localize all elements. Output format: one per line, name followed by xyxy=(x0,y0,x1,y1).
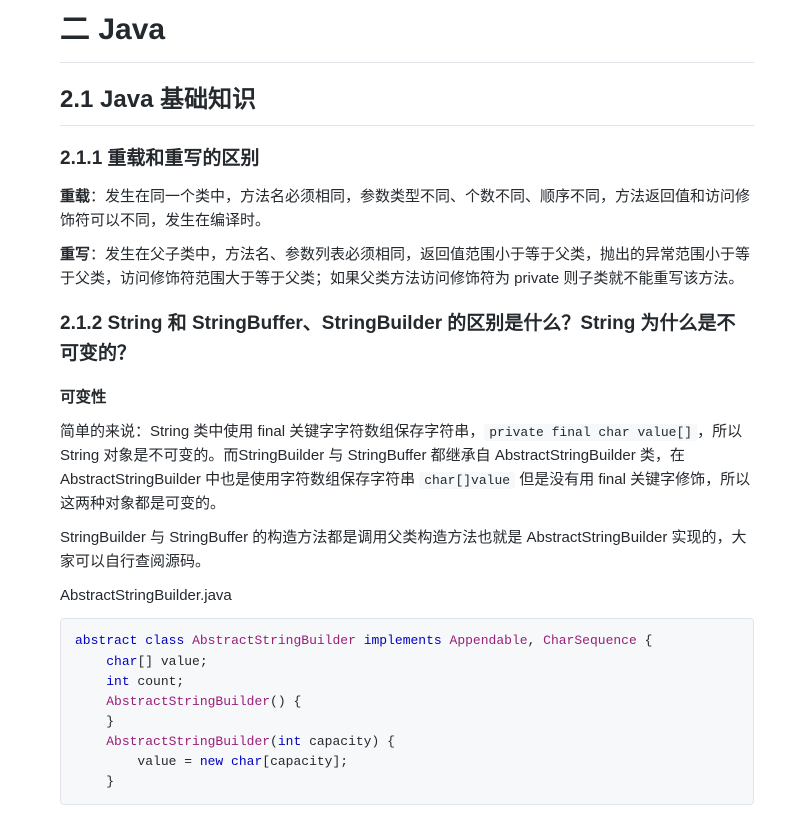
text-overload-body: ：发生在同一个类中，方法名必须相同，参数类型不同、个数不同、顺序不同，方法返回值… xyxy=(60,188,750,229)
kw-class: class xyxy=(145,633,184,648)
type-charsequence: CharSequence xyxy=(543,633,637,648)
type-asb-ctor0: AbstractStringBuilder xyxy=(106,694,270,709)
kw-char: char xyxy=(106,654,137,669)
page-title: 二 Java xyxy=(60,6,754,63)
code-indent xyxy=(75,734,106,749)
kw-new: new xyxy=(200,754,223,769)
paragraph-mutability-2: StringBuilder 与 StringBuffer 的构造方法都是调用父类… xyxy=(60,526,754,574)
text-mut-1a: 简单的来说：String 类中使用 final 关键字字符数组保存字符串， xyxy=(60,423,484,440)
term-overload: 重载 xyxy=(60,188,90,205)
code-sp xyxy=(442,633,450,648)
code-text: } xyxy=(75,774,114,789)
type-asb: AbstractStringBuilder xyxy=(192,633,356,648)
code-sp xyxy=(184,633,192,648)
code-text: value = xyxy=(75,754,200,769)
kw-implements: implements xyxy=(364,633,442,648)
code-indent xyxy=(75,674,106,689)
kw-int: int xyxy=(106,674,129,689)
code-sep: , xyxy=(528,633,544,648)
code-brace: { xyxy=(637,633,653,648)
code-text: [capacity]; xyxy=(262,754,348,769)
section-heading-2-1: 2.1 Java 基础知识 xyxy=(60,81,754,126)
paragraph-override: 重写：发生在父子类中，方法名、参数列表必须相同，返回值范围小于等于父类，抛出的异… xyxy=(60,243,754,291)
type-appendable: Appendable xyxy=(450,633,528,648)
subsection-heading-2-1-2: 2.1.2 String 和 StringBuffer、StringBuilde… xyxy=(60,309,754,370)
paragraph-mutability-1: 简单的来说：String 类中使用 final 关键字字符数组保存字符串，pri… xyxy=(60,420,754,516)
kw-char-arr: char xyxy=(231,754,262,769)
code-sp xyxy=(223,754,231,769)
code-text: capacity) { xyxy=(301,734,395,749)
part-heading-mutability: 可变性 xyxy=(60,386,754,411)
term-override: 重写 xyxy=(60,246,90,263)
paragraph-overload: 重载：发生在同一个类中，方法名必须相同，参数类型不同、个数不同、顺序不同，方法返… xyxy=(60,185,754,233)
code-indent xyxy=(75,654,106,669)
text-override-body: ：发生在父子类中，方法名、参数列表必须相同，返回值范围小于等于父类，抛出的异常范… xyxy=(60,246,750,287)
paragraph-filename: AbstractStringBuilder.java xyxy=(60,584,754,608)
code-indent xyxy=(75,694,106,709)
type-asb-ctor1: AbstractStringBuilder xyxy=(106,734,270,749)
code-sp xyxy=(356,633,364,648)
code-text: [] value; xyxy=(137,654,207,669)
code-block-abstractstringbuilder: abstract class AbstractStringBuilder imp… xyxy=(60,618,754,805)
code-text: ( xyxy=(270,734,278,749)
inline-code-char-value: char[]value xyxy=(419,472,515,489)
kw-int-param: int xyxy=(278,734,301,749)
inline-code-private-final: private final char value[] xyxy=(484,424,697,441)
kw-abstract: abstract xyxy=(75,633,137,648)
code-text: count; xyxy=(130,674,185,689)
subsection-heading-2-1-1: 2.1.1 重载和重写的区别 xyxy=(60,144,754,174)
